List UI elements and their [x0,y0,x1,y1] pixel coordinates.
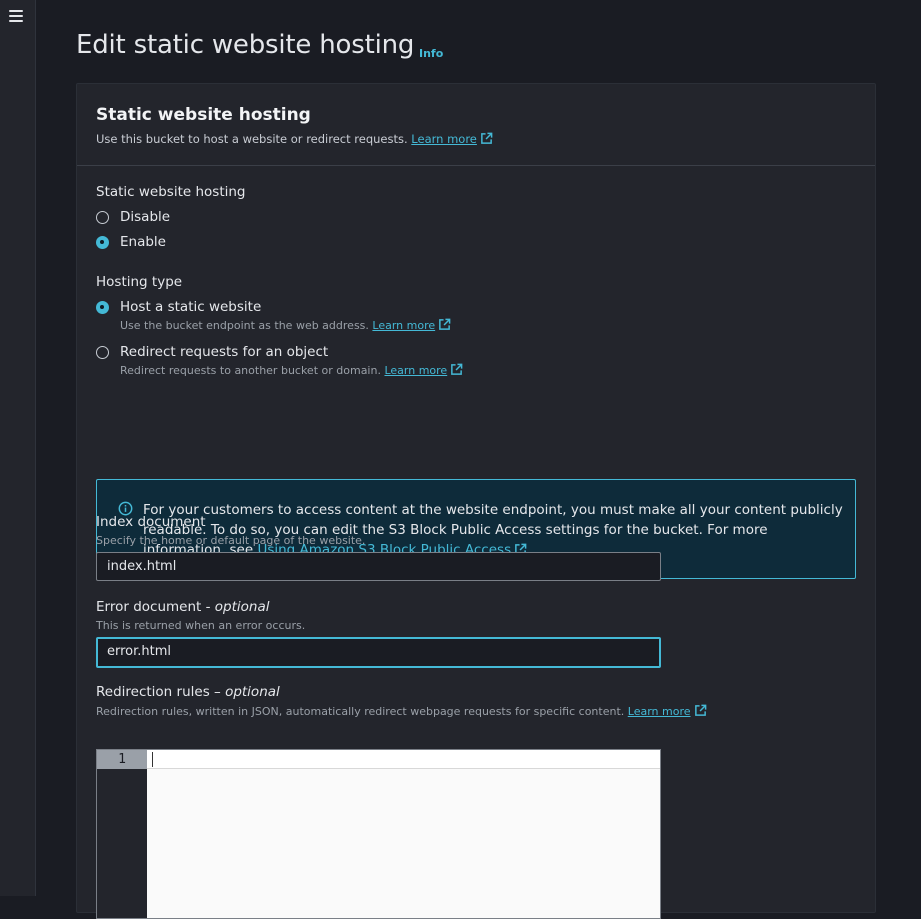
panel-description: Use this bucket to host a website or red… [96,132,855,146]
info-link[interactable]: Info [419,47,443,60]
redirection-rules-description: Redirection rules, written in JSON, auto… [96,704,856,718]
index-document-label: Index document [96,514,206,530]
error-document-label: Error document - optional [96,599,270,615]
side-navigation-rail [0,0,36,896]
redirection-rules-label: Redirection rules – optional [96,684,280,700]
panel-header: Static website hosting Use this bucket t… [77,84,875,166]
index-document-input[interactable]: index.html [96,552,661,581]
radio-redirect-requests-label: Redirect requests for an object [120,344,329,360]
error-document-description: This is returned when an error occurs. [96,619,306,632]
redirection-learn-more-link[interactable]: Learn more [628,704,707,718]
external-link-icon [451,363,463,375]
radio-enable-label: Enable [120,234,166,250]
radio-disable-control[interactable] [96,211,109,224]
text-cursor [152,752,153,767]
hamburger-menu-icon[interactable] [9,9,23,23]
page-title: Edit static website hosting [76,30,415,60]
breadcrumb-strip [37,0,921,3]
external-link-icon [481,132,493,144]
radio-enable-control[interactable] [96,236,109,249]
radio-disable-label: Disable [120,209,171,225]
alert-message: For your customers to access content at … [143,502,843,558]
line-number: 1 [97,750,147,769]
panel-description-text: Use this bucket to host a website or red… [96,132,408,146]
radio-redirect-requests-control[interactable] [96,346,109,359]
external-link-icon [694,704,706,716]
editor-active-line[interactable] [147,750,660,769]
radio-host-static-website[interactable]: Host a static website Use the bucket end… [96,299,451,332]
radio-redirect-requests-description: Redirect requests to another bucket or d… [120,363,463,377]
index-document-description: Specify the home or default page of the … [96,534,366,547]
hosting-type-label: Hosting type [96,274,183,290]
static-website-hosting-panel: Static website hosting Use this bucket t… [76,83,876,919]
panel-title: Static website hosting [96,105,311,125]
redirect-learn-more-link[interactable]: Learn more [384,363,463,377]
hosting-group-label: Static website hosting [96,184,246,200]
external-link-icon [439,318,451,330]
radio-host-static-website-label: Host a static website [120,299,262,315]
radio-enable[interactable]: Enable [96,234,166,250]
redirection-rules-editor[interactable]: 1 [96,749,661,919]
host-static-learn-more-link[interactable]: Learn more [372,318,451,332]
editor-gutter: 1 [97,750,147,918]
learn-more-link[interactable]: Learn more [411,132,493,146]
error-document-input[interactable]: error.html [96,637,661,668]
radio-redirect-requests[interactable]: Redirect requests for an object Redirect… [96,344,463,377]
radio-disable[interactable]: Disable [96,209,170,225]
radio-host-static-website-control[interactable] [96,301,109,314]
radio-host-static-website-description: Use the bucket endpoint as the web addre… [120,318,451,332]
